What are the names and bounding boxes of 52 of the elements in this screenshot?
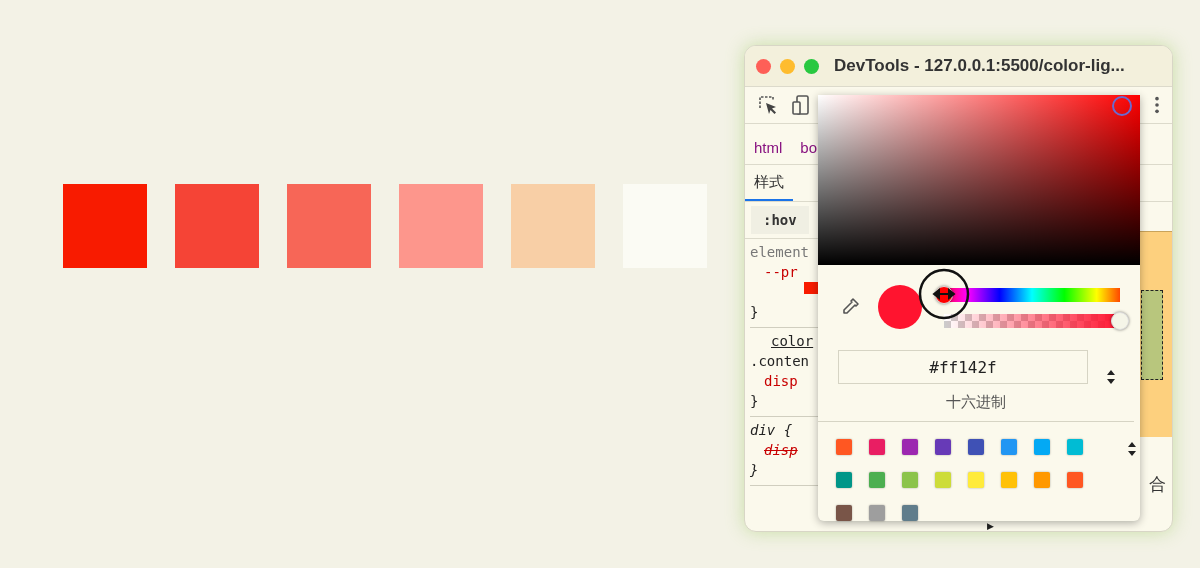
palette-swatch[interactable] (869, 472, 885, 488)
color-swatch[interactable] (804, 282, 818, 294)
minimize-button[interactable] (780, 58, 795, 74)
breadcrumb[interactable]: html (754, 138, 783, 156)
eyedropper-icon[interactable] (840, 296, 860, 317)
source-link[interactable]: color (771, 333, 814, 349)
palette-swatch[interactable] (1067, 472, 1083, 488)
palette-swatch[interactable] (902, 439, 918, 455)
palette-swatch[interactable] (935, 472, 951, 488)
zoom-button[interactable] (804, 58, 819, 74)
box-model-label: 合 (1149, 474, 1167, 496)
palette-swatch[interactable] (1034, 472, 1050, 488)
selector-text: element (750, 244, 809, 260)
palette-toggle-icon[interactable] (1127, 441, 1137, 457)
palette-swatch[interactable] (1001, 472, 1017, 488)
format-label: 十六进制 (818, 385, 1134, 422)
palette-swatch[interactable] (869, 439, 885, 455)
alpha-handle[interactable] (1111, 311, 1129, 330)
palette-swatch[interactable] (902, 472, 918, 488)
pseudo-state-toggle[interactable]: :hov (751, 206, 809, 234)
palette-swatch[interactable] (836, 505, 852, 521)
palette-swatch[interactable] (869, 505, 885, 521)
color-preview (878, 284, 922, 329)
palette-swatch[interactable] (968, 439, 984, 455)
palette-swatch[interactable] (836, 472, 852, 488)
palette-swatch[interactable] (902, 505, 918, 521)
hex-input[interactable]: #ff142f (838, 350, 1088, 384)
format-toggle-icon[interactable] (1106, 369, 1116, 385)
brace: } (750, 304, 759, 320)
close-button[interactable] (756, 58, 771, 74)
property-name: disp (764, 373, 798, 389)
palette-swatch[interactable] (1001, 439, 1017, 455)
property-name: --pr (764, 264, 798, 280)
breadcrumb[interactable]: bo (800, 138, 818, 156)
palette-swatch[interactable] (935, 439, 951, 455)
more-menu-icon[interactable] (1154, 95, 1160, 115)
brace: } (750, 393, 759, 409)
palette-swatch[interactable] (968, 472, 984, 488)
selector-text: div { (750, 422, 793, 438)
saturation-handle[interactable] (1112, 96, 1132, 116)
selector-text: } (750, 462, 759, 478)
selector-text: .conten (750, 353, 809, 369)
saturation-value-area[interactable] (818, 95, 1140, 265)
window-title: DevTools - 127.0.0.1:5500/color-lig... (834, 56, 1125, 76)
palette-swatch[interactable] (1067, 439, 1083, 455)
inspect-icon[interactable] (757, 94, 779, 116)
tab[interactable]: 样式 (745, 165, 793, 201)
property-name: disp (764, 442, 798, 458)
resize-cursor-icon (918, 267, 970, 320)
expand-arrow[interactable]: ▶ (987, 521, 994, 531)
palette-swatch[interactable] (836, 439, 852, 455)
palette-swatch[interactable] (1034, 439, 1050, 455)
